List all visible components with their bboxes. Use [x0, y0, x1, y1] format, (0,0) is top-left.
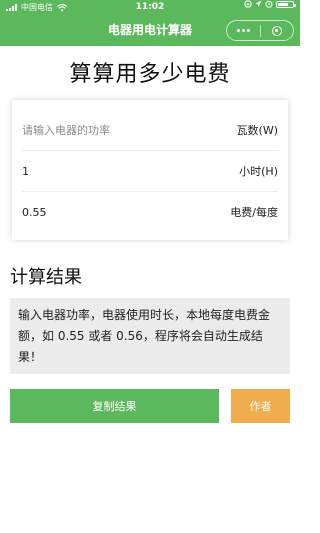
power-row: 瓦数(W)	[22, 110, 278, 151]
power-unit-label: 瓦数(W)	[236, 124, 278, 137]
battery-icon	[276, 0, 296, 8]
alarm-icon	[265, 0, 273, 8]
nav-bar: 电器用电计算器	[0, 15, 300, 46]
hours-row: 小时(H)	[22, 151, 278, 192]
more-icon	[236, 29, 250, 32]
hours-unit-label: 小时(H)	[239, 165, 278, 178]
page-title: 算算用多少电费	[69, 62, 231, 87]
lock-rotation-icon	[244, 0, 252, 8]
status-right	[244, 0, 296, 8]
price-input[interactable]	[22, 205, 172, 219]
copy-result-button[interactable]: 复制结果	[10, 389, 219, 423]
more-button[interactable]	[227, 21, 260, 40]
price-unit-label: 电费/每度	[230, 206, 278, 219]
input-form: 瓦数(W) 小时(H) 电费/每度	[12, 100, 288, 240]
close-button[interactable]	[261, 21, 294, 40]
hours-input[interactable]	[22, 164, 172, 178]
price-row: 电费/每度	[22, 192, 278, 232]
result-text: 输入电器功率，电器使用时长，本地每度电费金额，如 0.55 或者 0.56，程序…	[10, 298, 290, 374]
power-input[interactable]	[22, 123, 172, 137]
author-button[interactable]: 作者	[231, 389, 290, 423]
location-icon	[255, 0, 262, 7]
result-title: 计算结果	[10, 267, 82, 288]
mini-program-capsule	[226, 20, 294, 41]
status-bar: 中国电信 11:02	[0, 0, 300, 15]
close-icon	[271, 25, 282, 36]
